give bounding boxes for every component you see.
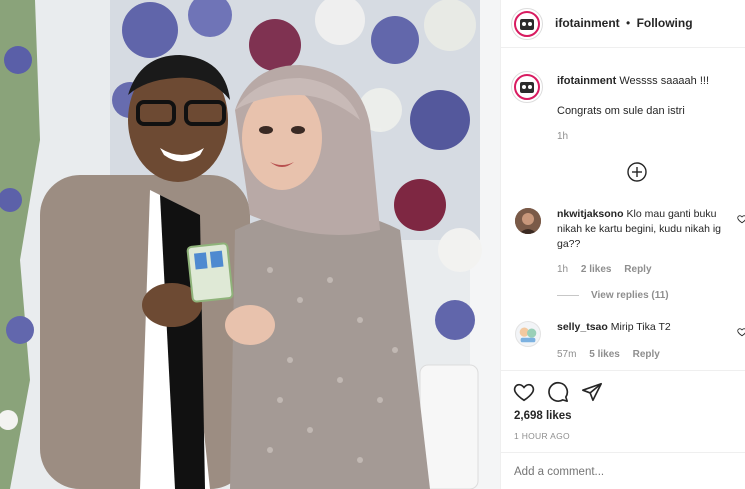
caption-line-1: ifotainment Wessss saaaah !!! (557, 75, 709, 87)
header-text: ifotainment • Following (555, 16, 693, 30)
comment-meta: 57m 5 likes Reply (557, 349, 670, 360)
comment-time[interactable]: 57m (557, 349, 576, 360)
post-side-panel: ifotainment • Following ifotainment Wess… (501, 0, 745, 489)
author-avatar[interactable] (511, 8, 543, 40)
wedding-photo-image (0, 0, 500, 489)
reply-button[interactable]: Reply (624, 264, 651, 275)
caption-author-username[interactable]: ifotainment (557, 75, 616, 87)
comment-likes[interactable]: 2 likes (581, 264, 612, 275)
heart-icon[interactable] (737, 327, 745, 337)
replies-line (557, 295, 579, 296)
comment-username[interactable]: selly_tsao (557, 321, 608, 333)
instagram-post-window: ifotainment • Following ifotainment Wess… (0, 0, 745, 489)
caption-time[interactable]: 1h (557, 131, 568, 142)
heart-icon[interactable] (737, 214, 745, 224)
add-comment-input[interactable] (514, 466, 734, 478)
caption-author-avatar[interactable] (511, 71, 543, 103)
actions-divider (501, 370, 745, 371)
like-count[interactable]: 2,698 likes (514, 410, 572, 422)
paper-plane-icon[interactable] (581, 381, 603, 403)
view-replies-button[interactable]: View replies (11) (557, 290, 669, 301)
view-replies-label: View replies (11) (591, 290, 669, 301)
separator-dot: • (626, 16, 631, 30)
caption-text-1: Wessss saaaah !!! (619, 75, 710, 87)
heart-icon[interactable] (513, 381, 535, 403)
avatar-cartoon-icon (519, 327, 537, 343)
avatar-photo-icon (515, 208, 541, 234)
reply-button[interactable]: Reply (633, 349, 660, 360)
ifotainment-logo-icon (513, 73, 541, 101)
comment-likes[interactable]: 5 likes (589, 349, 620, 360)
comment-time[interactable]: 1h (557, 264, 568, 275)
comment-username[interactable]: nkwitjaksono (557, 208, 624, 220)
comment-bubble-icon[interactable] (547, 381, 569, 403)
posted-time[interactable]: 1 HOUR AGO (514, 431, 570, 441)
post-photo[interactable] (0, 0, 500, 489)
commenter-avatar[interactable] (515, 321, 541, 347)
follow-status-button[interactable]: Following (637, 16, 693, 30)
comment-box-divider (501, 452, 745, 453)
post-header: ifotainment • Following (501, 0, 745, 48)
commenter-avatar[interactable] (515, 208, 541, 234)
caption-text-2: Congrats om sule dan istri (557, 105, 685, 117)
plus-circle-icon[interactable] (627, 162, 647, 182)
comment-text: Mirip Tika T2 (610, 321, 671, 333)
comment-item: nkwitjaksono Klo mau ganti buku nikah ke … (557, 207, 737, 252)
author-username[interactable]: ifotainment (555, 16, 620, 30)
ifotainment-logo-icon (513, 10, 541, 38)
comment-meta: 1h 2 likes Reply (557, 264, 662, 275)
comment-item: selly_tsao Mirip Tika T2 (557, 320, 737, 335)
